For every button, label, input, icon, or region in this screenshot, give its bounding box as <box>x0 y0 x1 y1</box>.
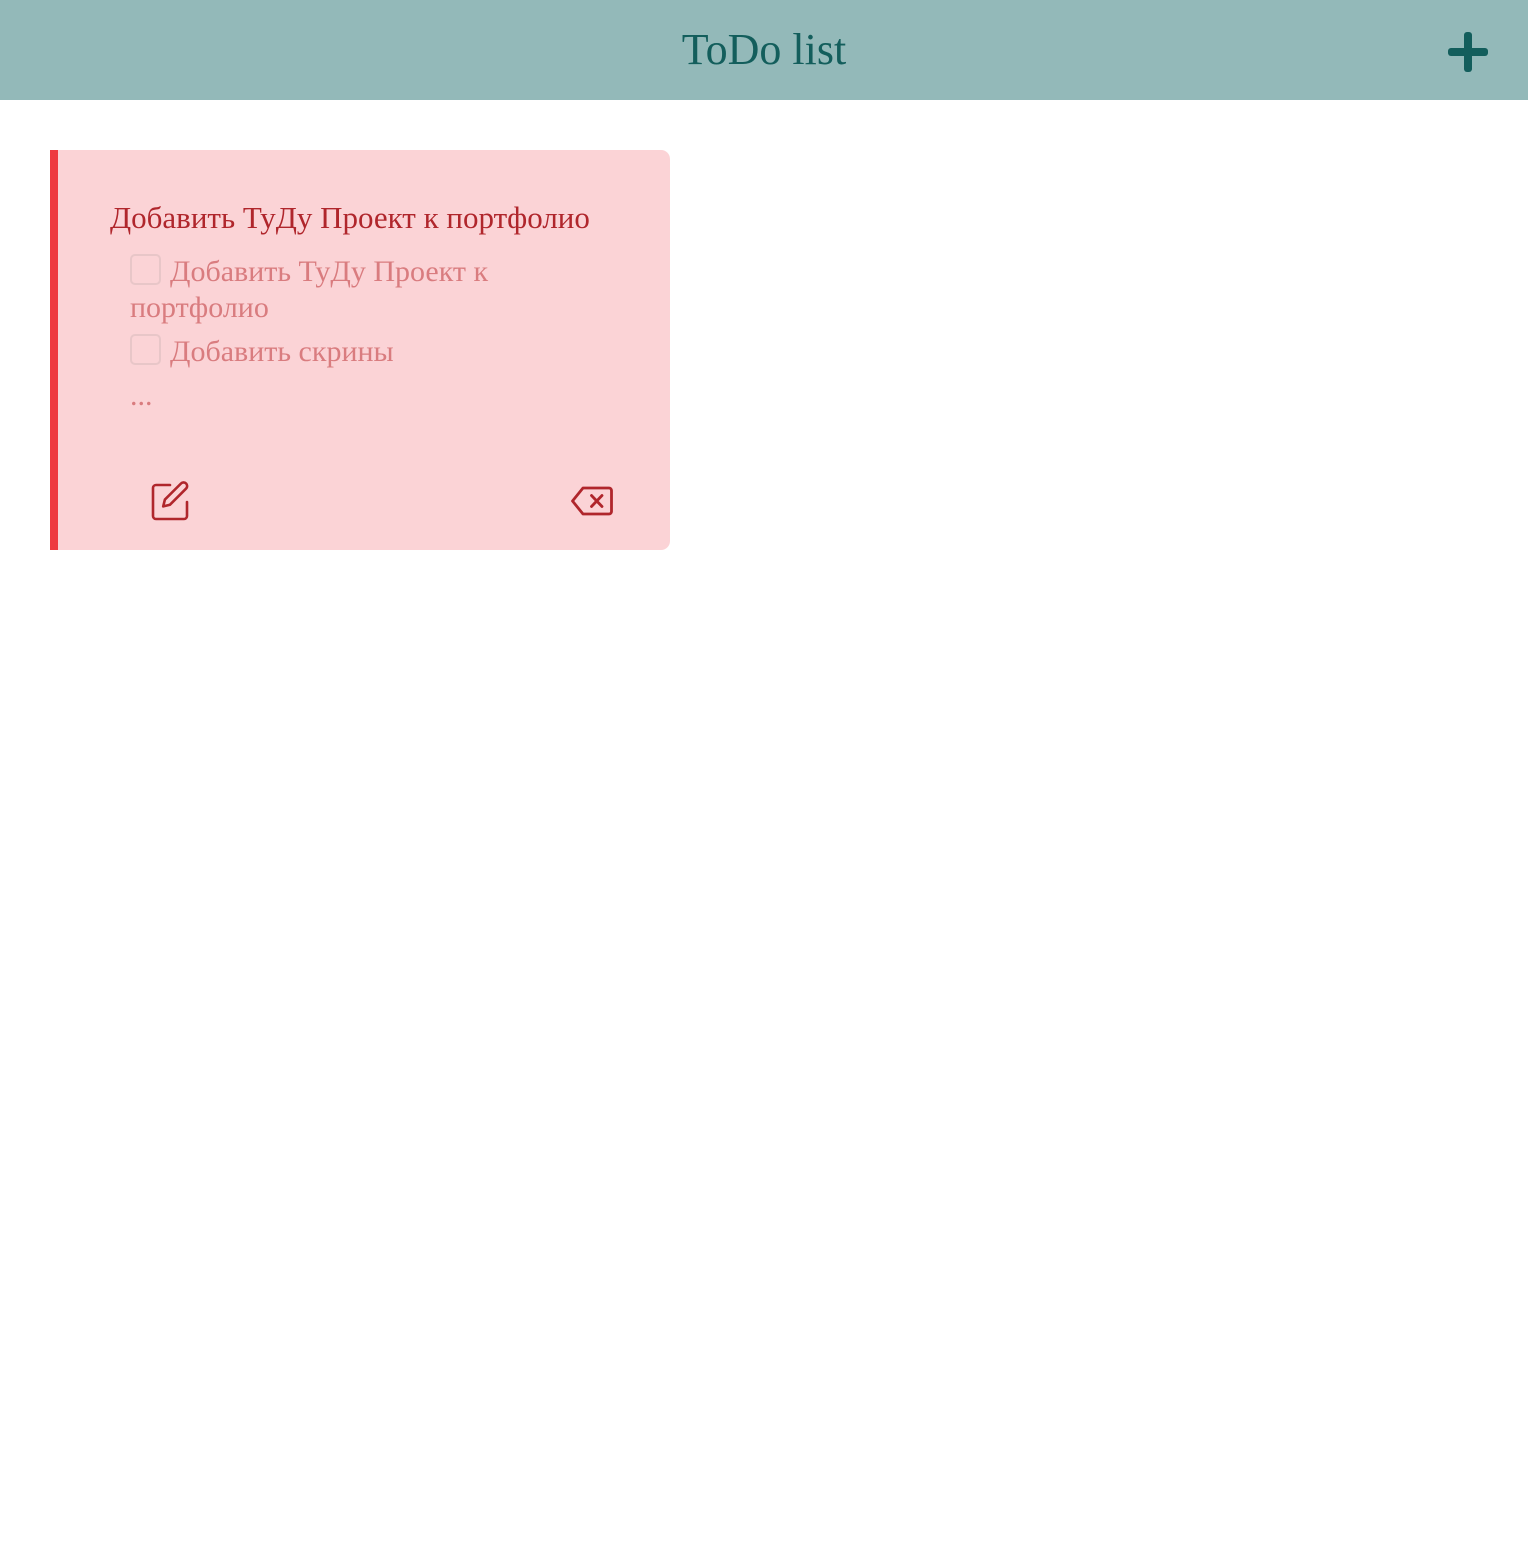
more-indicator: ... <box>130 379 153 412</box>
backspace-icon <box>571 486 613 516</box>
delete-button[interactable] <box>570 484 614 518</box>
add-todo-button[interactable] <box>1440 24 1496 80</box>
task-checkbox[interactable] <box>130 254 161 285</box>
card-title: Добавить ТуДу Проект к портфолио <box>110 200 590 235</box>
edit-button[interactable] <box>150 480 192 522</box>
task-checkbox[interactable] <box>130 334 161 365</box>
list-item: Добавить скрины <box>130 334 550 370</box>
list-item: Добавить ТуДу Проект к портфолио <box>130 254 550 326</box>
app-header: ToDo list <box>0 0 1528 100</box>
task-label: Добавить ТуДу Проект к портфолио <box>130 255 489 324</box>
plus-icon <box>1448 32 1488 72</box>
pencil-square-icon <box>151 481 189 521</box>
app-title: ToDo list <box>681 25 847 74</box>
todo-card: Добавить ТуДу Проект к портфолио Добавит… <box>50 150 670 550</box>
task-label: Добавить скрины <box>170 335 394 368</box>
task-list: Добавить ТуДу Проект к портфолио Добавит… <box>130 254 550 378</box>
